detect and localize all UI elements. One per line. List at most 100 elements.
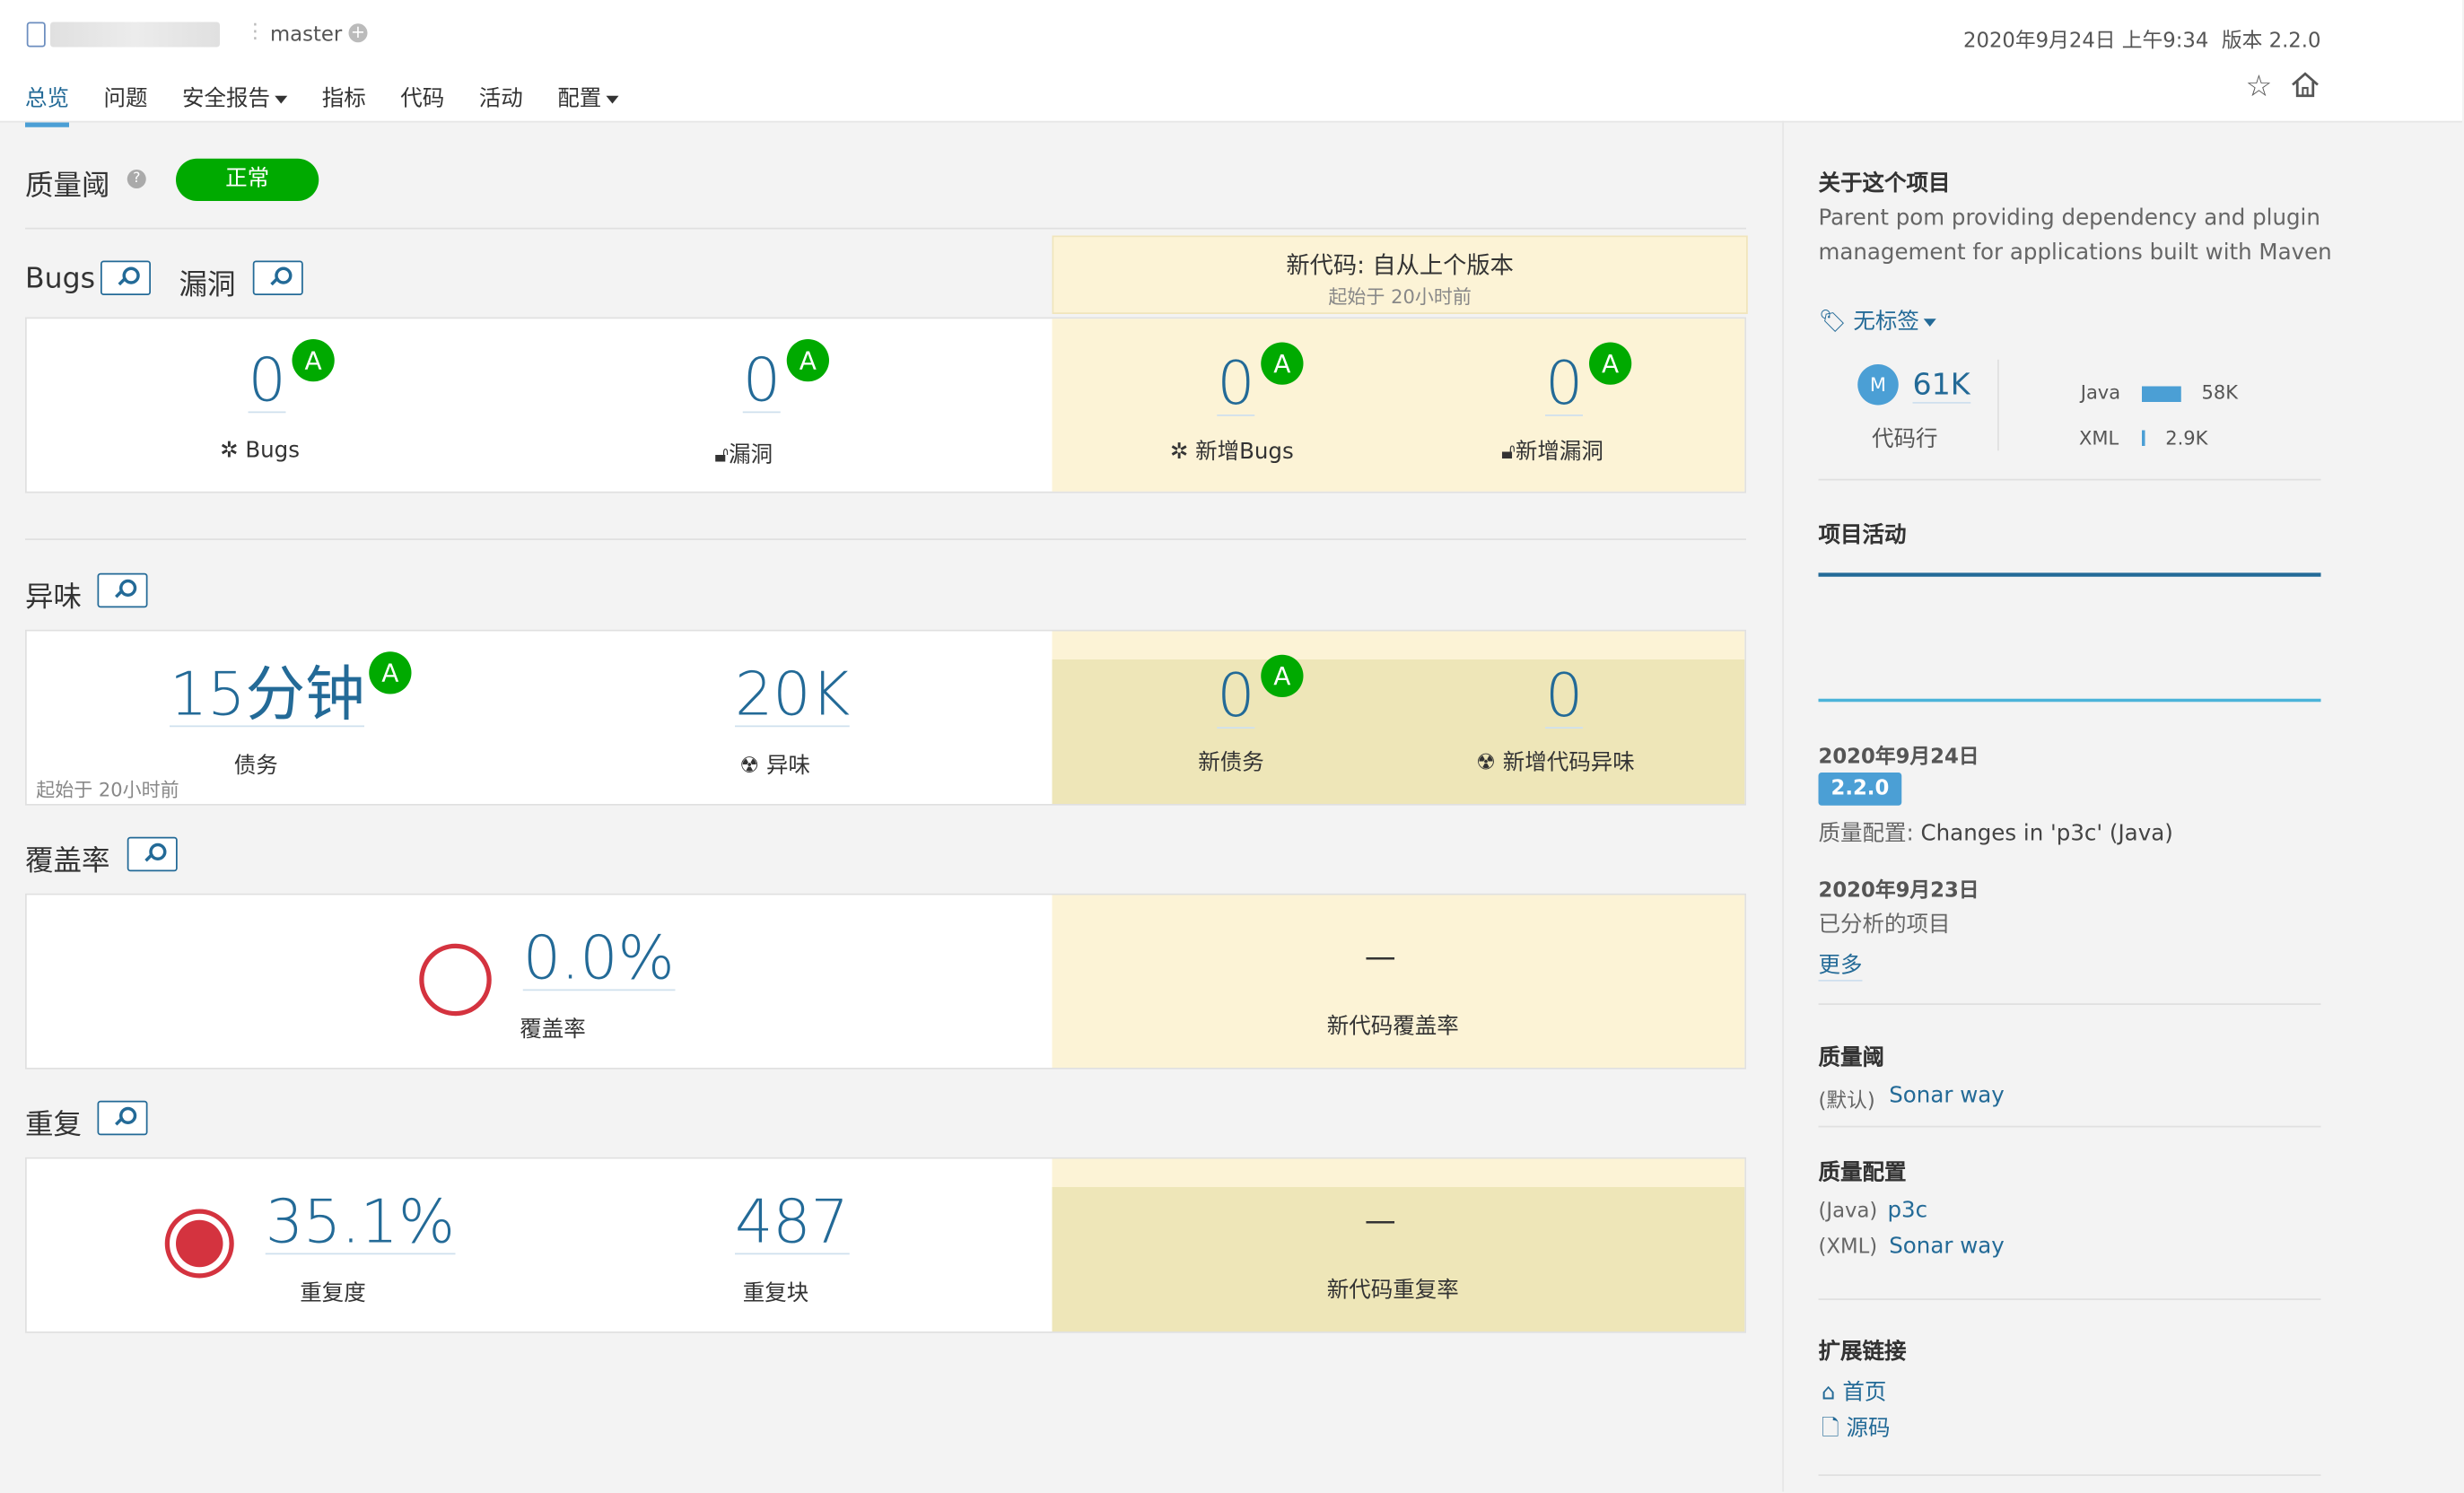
tags-dropdown[interactable]: 🏷︎ 无标签	[1819, 305, 1937, 336]
language-xml: XML	[2079, 427, 2119, 450]
code-smells-value[interactable]: 20K	[735, 663, 851, 728]
tab-administration-label: 配置	[557, 86, 602, 112]
event-description: 质量配置: Changes in 'p3c' (Java)	[1819, 816, 2173, 848]
event-description: 已分析的项目	[1818, 912, 1951, 938]
tab-activity[interactable]: 活动	[479, 82, 523, 127]
homepage-link[interactable]: ⌂ 首页	[1822, 1375, 1886, 1407]
tags-label: 无标签	[1853, 309, 1919, 335]
debt-value[interactable]: 15分钟	[170, 663, 365, 728]
coverage-panel	[25, 893, 1746, 1070]
help-icon[interactable]: ?	[127, 170, 146, 188]
new-code-since: 起始于 20小时前	[1328, 285, 1472, 309]
coverage-donut-icon	[419, 943, 492, 1017]
new-code-area-top	[1052, 631, 1745, 659]
star-icon[interactable]: ☆	[2246, 69, 2273, 104]
divider	[1818, 1474, 2321, 1476]
divider	[1818, 1003, 2321, 1005]
coverage-value[interactable]: 0.0%	[522, 927, 675, 991]
chevron-down-icon	[606, 94, 619, 103]
quality-profile-java-lang: (Java)	[1818, 1200, 1878, 1224]
tab-security-reports-label: 安全报告	[182, 86, 270, 112]
new-bugs-value[interactable]: 0	[1217, 352, 1255, 416]
version-label: 版本 2.2.0	[2221, 30, 2321, 54]
new-code-smells-label: ☢ 新增代码异味	[1476, 746, 1635, 777]
debt-rating[interactable]: A	[369, 651, 412, 694]
tab-issues[interactable]: 问题	[104, 82, 148, 127]
quality-gate-title: 质量阈	[25, 170, 110, 203]
java-bar	[2142, 386, 2181, 402]
more-activity-link[interactable]: 更多	[1818, 948, 1863, 982]
since-note: 起始于 20小时前	[36, 779, 179, 801]
new-code-title: 新代码: 自从上个版本	[1286, 251, 1514, 280]
duplication-density-label: 重复度	[300, 1281, 366, 1306]
duplications-drilldown-button[interactable]	[97, 1100, 148, 1136]
bugs-title: Bugs	[25, 262, 95, 295]
code-smells-drilldown-button[interactable]	[97, 572, 148, 608]
coverage-drilldown-button[interactable]	[127, 836, 178, 872]
new-duplication-value[interactable]: —	[1365, 1201, 1396, 1239]
duplication-donut-icon	[164, 1209, 234, 1279]
quality-gate-link[interactable]: Sonar way	[1889, 1084, 2005, 1109]
quality-profile-java-link[interactable]: p3c	[1888, 1198, 1928, 1223]
new-vulnerabilities-value[interactable]: 0	[1545, 352, 1584, 416]
new-vulnerabilities-rating[interactable]: A	[1589, 342, 1632, 385]
new-debt-label: 新债务	[1198, 750, 1264, 776]
lock-icon: 🔓︎	[1501, 440, 1516, 465]
vulnerabilities-title: 漏洞	[179, 268, 236, 301]
new-debt-rating[interactable]: A	[1261, 654, 1304, 697]
bugs-rating[interactable]: A	[292, 339, 335, 382]
tab-overview[interactable]: 总览	[25, 82, 69, 127]
new-code-area	[1052, 1187, 1745, 1331]
project-sidebar: 关于这个项目 Parent pom providing dependency a…	[1782, 120, 2464, 1492]
tab-measures[interactable]: 指标	[322, 82, 366, 127]
new-coverage-value[interactable]: —	[1365, 938, 1396, 975]
project-name-blurred[interactable]	[50, 22, 220, 48]
event-prefix: 质量配置:	[1818, 821, 1921, 847]
lock-icon: 🔓︎	[714, 442, 730, 468]
event-date: 2020年9月23日	[1818, 879, 1979, 904]
debt-label: 债务	[233, 754, 278, 779]
vulnerabilities-drilldown-button[interactable]	[252, 260, 303, 295]
bugs-label-text: Bugs	[245, 438, 301, 464]
activity-graph[interactable]	[1818, 569, 2321, 711]
vulnerabilities-value[interactable]: 0	[742, 349, 782, 414]
duplicated-blocks-label: 重复块	[742, 1281, 809, 1306]
vulnerabilities-rating[interactable]: A	[786, 339, 829, 382]
event-text: Changes in 'p3c' (Java)	[1920, 821, 2173, 847]
vulnerabilities-label: 🔓︎漏洞	[714, 438, 773, 469]
version-badge: 2.2.0	[1818, 773, 1902, 806]
radiation-icon: ☢	[1476, 750, 1503, 776]
lines-of-code-value[interactable]: 61K	[1912, 368, 1970, 404]
about-title: 关于这个项目	[1818, 170, 1951, 196]
main-nav: 总览 问题 安全报告 指标 代码 活动 配置	[25, 82, 619, 127]
new-debt-value[interactable]: 0	[1217, 664, 1255, 729]
coverage-label: 覆盖率	[520, 1017, 586, 1043]
new-code-smells-value[interactable]: 0	[1545, 664, 1584, 729]
tab-administration[interactable]: 配置	[557, 82, 619, 127]
coverage-title: 覆盖率	[25, 844, 110, 878]
radiation-icon: ☢	[739, 754, 767, 779]
tab-security-reports[interactable]: 安全报告	[182, 82, 288, 127]
tab-code[interactable]: 代码	[400, 82, 444, 127]
quality-profile-xml-link[interactable]: Sonar way	[1889, 1235, 2005, 1260]
source-link[interactable]: 🗋︎ 源码	[1822, 1411, 1891, 1449]
quality-gate-status-badge: 正常	[176, 158, 319, 201]
new-code-area	[1052, 895, 1745, 1068]
new-vulnerabilities-label: 🔓︎新增漏洞	[1501, 435, 1603, 467]
home-icon[interactable]	[2290, 69, 2321, 100]
new-bugs-rating[interactable]: A	[1261, 342, 1304, 385]
file-icon: 🗋︎	[1822, 1416, 1847, 1442]
bugs-value[interactable]: 0	[248, 349, 286, 414]
code-smells-title: 异味	[25, 581, 82, 615]
analysis-date: 2020年9月24日 上午9:34	[1962, 30, 2209, 54]
duplicated-blocks-value[interactable]: 487	[735, 1191, 849, 1255]
duplication-density-value[interactable]: 35.1%	[265, 1191, 456, 1255]
bugs-drilldown-button[interactable]	[100, 260, 151, 295]
new-duplication-label: 新代码重复率	[1326, 1278, 1459, 1304]
branch-name[interactable]: master	[270, 23, 342, 47]
quality-profile-xml-lang: (XML)	[1818, 1235, 1878, 1260]
quality-gate-title: 质量阈	[1818, 1045, 1885, 1071]
new-code-smells-label-text: 新增代码异味	[1502, 750, 1635, 776]
language-java-value: 58K	[2201, 381, 2238, 404]
add-branch-icon[interactable]: +	[348, 22, 368, 43]
